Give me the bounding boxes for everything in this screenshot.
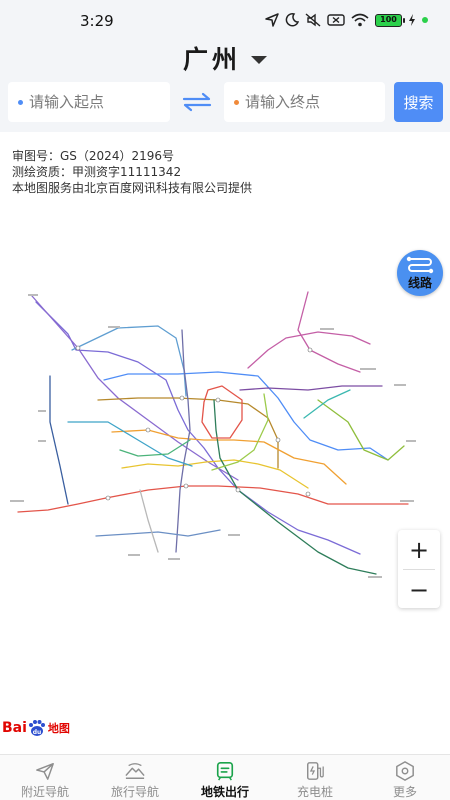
metro-station (145, 427, 151, 433)
tab-charging-pile[interactable]: 充电桩 (270, 755, 360, 800)
metro-line (103, 371, 389, 461)
metro-line (49, 375, 69, 505)
city-name[interactable]: 广州 (183, 40, 241, 76)
start-input[interactable] (29, 93, 149, 111)
metro-line (17, 485, 409, 513)
start-dot-icon (18, 99, 23, 105)
survey-qualification: 测绘资质：甲测资字11111342 (12, 165, 182, 179)
metro-station (75, 345, 81, 351)
metro-line (303, 389, 351, 419)
baidu-logo-sub: 地图 (47, 722, 70, 735)
route-button[interactable]: 线路 (397, 250, 443, 296)
baidu-logo-du: du (33, 729, 42, 736)
metro-station (235, 487, 241, 493)
metro-line (317, 399, 405, 461)
route-label[interactable]: 线路 (397, 274, 443, 291)
start-input-box[interactable] (8, 82, 170, 122)
swap-icon[interactable] (181, 92, 213, 112)
metro-station (275, 437, 281, 443)
metro-line (201, 385, 243, 439)
search-button[interactable]: 搜索 (394, 82, 443, 122)
metro-map-area[interactable]: 审图号：GS（2024）2196号 测绘资质：甲测资字11111342 本地图服… (0, 132, 450, 754)
end-dot-icon (234, 99, 239, 105)
metro-station (305, 491, 311, 497)
header: 广州 搜索 (0, 40, 450, 132)
mute-icon (305, 13, 321, 27)
tab-metro-travel[interactable]: 地铁出行 (180, 755, 270, 800)
sim-x-icon (327, 14, 345, 26)
mountain-icon (125, 763, 145, 779)
tab-label: 更多 (392, 785, 417, 799)
metro-line (139, 489, 159, 553)
tab-more[interactable]: 更多 (360, 755, 450, 800)
zoom-in-button[interactable]: + (398, 530, 440, 569)
bottom-tabbar: 附近导航 旅行导航 地铁出行 充电桩 更多 (0, 754, 450, 800)
baidu-map-logo: Bai du 地图 (2, 716, 70, 740)
battery-icon: 100 (375, 13, 405, 27)
metro-station (307, 347, 313, 353)
moon-icon (285, 13, 299, 27)
status-icons: 100 (265, 11, 428, 29)
status-time: 3:29 (80, 12, 114, 30)
metro-line (95, 529, 221, 537)
metro-map[interactable] (8, 290, 418, 590)
zoom-out-button[interactable]: − (398, 570, 440, 609)
metro-station (105, 495, 111, 501)
route-icon (406, 256, 434, 274)
metro-icon (216, 762, 234, 781)
wifi-icon (351, 13, 369, 27)
send-icon (36, 763, 54, 780)
metro-line (297, 291, 361, 373)
baidu-logo-text: Bai (2, 720, 27, 736)
metro-station (179, 395, 185, 401)
tab-label: 旅行导航 (110, 785, 159, 799)
charge-dot (422, 17, 428, 23)
tab-label: 地铁出行 (200, 785, 249, 799)
charging-icon (409, 14, 415, 26)
charging-pile-icon (306, 762, 324, 780)
zoom-controls: + − (398, 530, 440, 608)
city-selector[interactable]: 广州 (0, 40, 450, 76)
metro-line (67, 421, 193, 467)
more-hexagon-icon (396, 761, 414, 781)
approval-number: 审图号：GS（2024）2196号 (12, 149, 174, 163)
map-approval-text: 审图号：GS（2024）2196号 测绘资质：甲测资字11111342 本地图服… (12, 148, 252, 196)
tab-label: 附近导航 (20, 785, 69, 799)
metro-line (239, 385, 383, 391)
metro-line (35, 301, 361, 555)
map-provider-notice: 本地图服务由北京百度网讯科技有限公司提供 (12, 181, 253, 195)
location-arrow-icon (265, 13, 279, 27)
metro-station (215, 397, 221, 403)
caret-down-icon[interactable] (251, 56, 267, 64)
end-input[interactable] (245, 93, 365, 111)
end-input-box[interactable] (224, 82, 385, 122)
tab-travel-navigation[interactable]: 旅行导航 (90, 755, 180, 800)
tab-label: 充电桩 (296, 785, 333, 799)
status-bar: 3:29 100 (0, 0, 450, 40)
baidu-paw-icon: du (28, 720, 45, 736)
tab-nearby-navigation[interactable]: 附近导航 (0, 755, 90, 800)
metro-station (183, 483, 189, 489)
